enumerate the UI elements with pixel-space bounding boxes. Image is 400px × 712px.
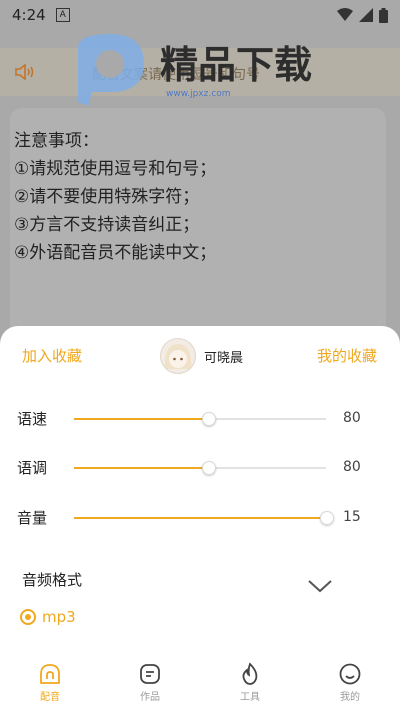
pitch-slider[interactable]	[74, 461, 326, 475]
format-option-label: mp3	[42, 608, 76, 626]
speed-value: 80	[343, 410, 361, 426]
pitch-slider-thumb[interactable]	[201, 461, 216, 475]
speed-slider-row: 语速 80	[0, 404, 400, 434]
pitch-label: 语调	[17, 459, 48, 477]
profile-icon	[339, 663, 361, 685]
audio-format-title: 音频格式	[22, 571, 83, 589]
format-option-mp3[interactable]: mp3	[20, 608, 76, 626]
speed-slider[interactable]	[74, 412, 326, 426]
radio-selected-icon	[20, 609, 36, 625]
nav-label: 我的	[340, 692, 360, 703]
wifi-icon	[337, 8, 353, 21]
chevron-down-icon[interactable]	[307, 578, 333, 594]
nav-item-tools[interactable]: 工具	[200, 656, 300, 712]
speed-label: 语速	[17, 410, 48, 428]
my-favorites-button[interactable]: 我的收藏	[317, 345, 377, 366]
notice-line: 注意事项：	[14, 131, 99, 151]
bottom-nav: 配音 作品 工具 我的	[0, 656, 400, 712]
pitch-value: 80	[343, 459, 361, 475]
notice-line: ③方言不支持读音纠正；	[14, 215, 200, 235]
pitch-slider-row: 语调 80	[0, 453, 400, 483]
nav-item-dubbing[interactable]: 配音	[0, 656, 100, 712]
add-favorite-button[interactable]: 加入收藏	[22, 345, 82, 366]
notice-text: 注意事项： ①请规范使用逗号和句号； ②请不要使用特殊字符； ③方言不支持读音纠…	[14, 127, 216, 267]
voice-name: 可晓晨	[204, 350, 244, 366]
status-time: 4:24	[12, 6, 46, 24]
nav-item-works[interactable]: 作品	[100, 656, 200, 712]
status-bar: 4:24 A	[0, 0, 400, 30]
volume-label: 音量	[17, 509, 48, 527]
nav-label: 作品	[140, 692, 160, 703]
speed-slider-fill	[74, 418, 208, 420]
speaker-icon	[15, 63, 34, 81]
notice-line: ④外语配音员不能读中文；	[14, 243, 217, 263]
signal-icon	[359, 8, 373, 22]
nav-item-profile[interactable]: 我的	[300, 656, 400, 712]
works-icon	[140, 664, 160, 684]
notice-line: ②请不要使用特殊字符；	[14, 187, 200, 207]
volume-slider-thumb[interactable]	[320, 511, 334, 525]
watermark-url: www.jpxz.com	[166, 89, 230, 99]
volume-value: 15	[343, 509, 361, 525]
watermark-title: 精品下载	[160, 43, 312, 87]
pitch-slider-fill	[74, 467, 208, 469]
sheet-header: 加入收藏 可晓晨 我的收藏	[0, 326, 400, 382]
volume-slider-row: 音量 15	[0, 503, 400, 533]
notice-line: ①请规范使用逗号和句号；	[14, 159, 217, 179]
battery-icon	[379, 7, 388, 23]
dubbing-icon	[40, 664, 60, 684]
nav-label: 工具	[240, 692, 260, 703]
avatar	[160, 338, 196, 374]
selected-voice[interactable]: 可晓晨	[160, 338, 243, 374]
speed-slider-thumb[interactable]	[201, 412, 216, 426]
nav-label: 配音	[40, 692, 60, 703]
volume-slider[interactable]	[74, 511, 334, 525]
avatar-illustration	[164, 344, 192, 369]
volume-slider-fill	[74, 517, 326, 519]
voice-settings-sheet: 加入收藏 可晓晨 我的收藏 语速 80 语调 80 音量 15 音频格式 mp3…	[0, 326, 400, 712]
watermark-logo: 精品下载 www.jpxz.com	[78, 34, 312, 106]
tools-icon	[242, 662, 258, 685]
notification-icon: A	[55, 8, 70, 22]
